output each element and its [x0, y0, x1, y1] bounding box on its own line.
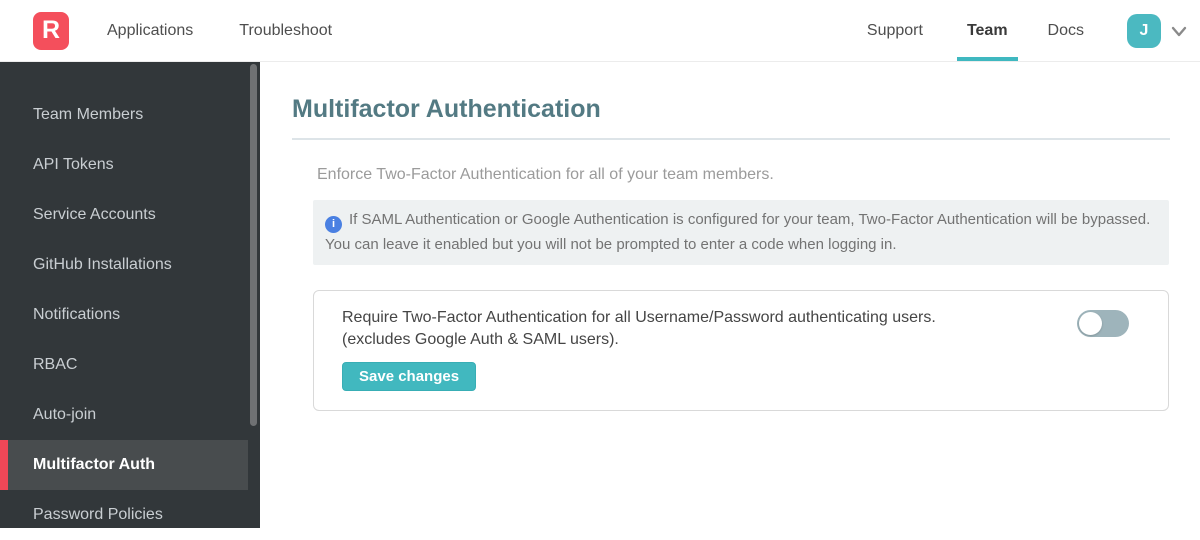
- info-icon-glyph: i: [331, 218, 336, 230]
- setting-label-line2: (excludes Google Auth & SAML users).: [342, 330, 619, 348]
- avatar[interactable]: J: [1127, 13, 1161, 48]
- nav-docs[interactable]: Docs: [1038, 0, 1094, 61]
- nav-support[interactable]: Support: [857, 0, 933, 61]
- sidebar-nav: Team Members API Tokens Service Accounts…: [0, 90, 260, 540]
- sidebar-item-github-installations[interactable]: GitHub Installations: [0, 240, 248, 290]
- sidebar-item-password-policies[interactable]: Password Policies: [0, 490, 248, 540]
- mfa-setting-label: Require Two-Factor Authentication for al…: [342, 307, 936, 351]
- mfa-section: Enforce Two-Factor Authentication for al…: [313, 164, 1169, 411]
- nav-applications[interactable]: Applications: [97, 0, 203, 61]
- rollbar-logo[interactable]: R: [33, 11, 69, 50]
- navbar-left-links: Applications Troubleshoot: [97, 0, 342, 61]
- section-description: Enforce Two-Factor Authentication for al…: [317, 166, 774, 183]
- main-content: Multifactor Authentication Enforce Two-F…: [260, 62, 1200, 528]
- sidebar-item-rbac[interactable]: RBAC: [0, 340, 248, 390]
- sidebar-item-api-tokens[interactable]: API Tokens: [0, 140, 248, 190]
- sidebar-item-auto-join[interactable]: Auto-join: [0, 390, 248, 440]
- mfa-toggle-knob: [1079, 311, 1102, 335]
- save-changes-button[interactable]: Save changes: [342, 361, 477, 391]
- info-note: i If SAML Authentication or Google Authen…: [313, 200, 1169, 265]
- logo-letter: R: [41, 16, 61, 44]
- top-navbar: R Applications Troubleshoot Support Team…: [0, 0, 1200, 62]
- mfa-setting-left: Require Two-Factor Authentication for al…: [342, 307, 936, 391]
- sidebar-item-service-accounts[interactable]: Service Accounts: [0, 190, 248, 240]
- info-icon: i: [325, 215, 342, 233]
- sidebar-item-multifactor-auth[interactable]: Multifactor Auth: [0, 440, 248, 490]
- mfa-setting-card: Require Two-Factor Authentication for al…: [313, 289, 1169, 411]
- nav-team[interactable]: Team: [957, 0, 1018, 61]
- chevron-down-icon[interactable]: [1168, 20, 1190, 42]
- page-title: Multifactor Authentication: [292, 95, 601, 123]
- sidebar-item-team-members[interactable]: Team Members: [0, 90, 248, 140]
- mfa-toggle-off[interactable]: [1077, 309, 1129, 337]
- setting-label-line1: Require Two-Factor Authentication for al…: [342, 308, 936, 326]
- title-divider: [292, 138, 1170, 140]
- navbar-right-links: Support Team Docs J: [857, 0, 1190, 61]
- info-note-text: If SAML Authentication or Google Authent…: [325, 211, 1151, 253]
- team-settings-sidebar: Team Members API Tokens Service Accounts…: [0, 62, 260, 528]
- sidebar-item-notifications[interactable]: Notifications: [0, 290, 248, 340]
- nav-troubleshoot[interactable]: Troubleshoot: [229, 0, 342, 61]
- sidebar-scrollbar-thumb[interactable]: [250, 64, 257, 426]
